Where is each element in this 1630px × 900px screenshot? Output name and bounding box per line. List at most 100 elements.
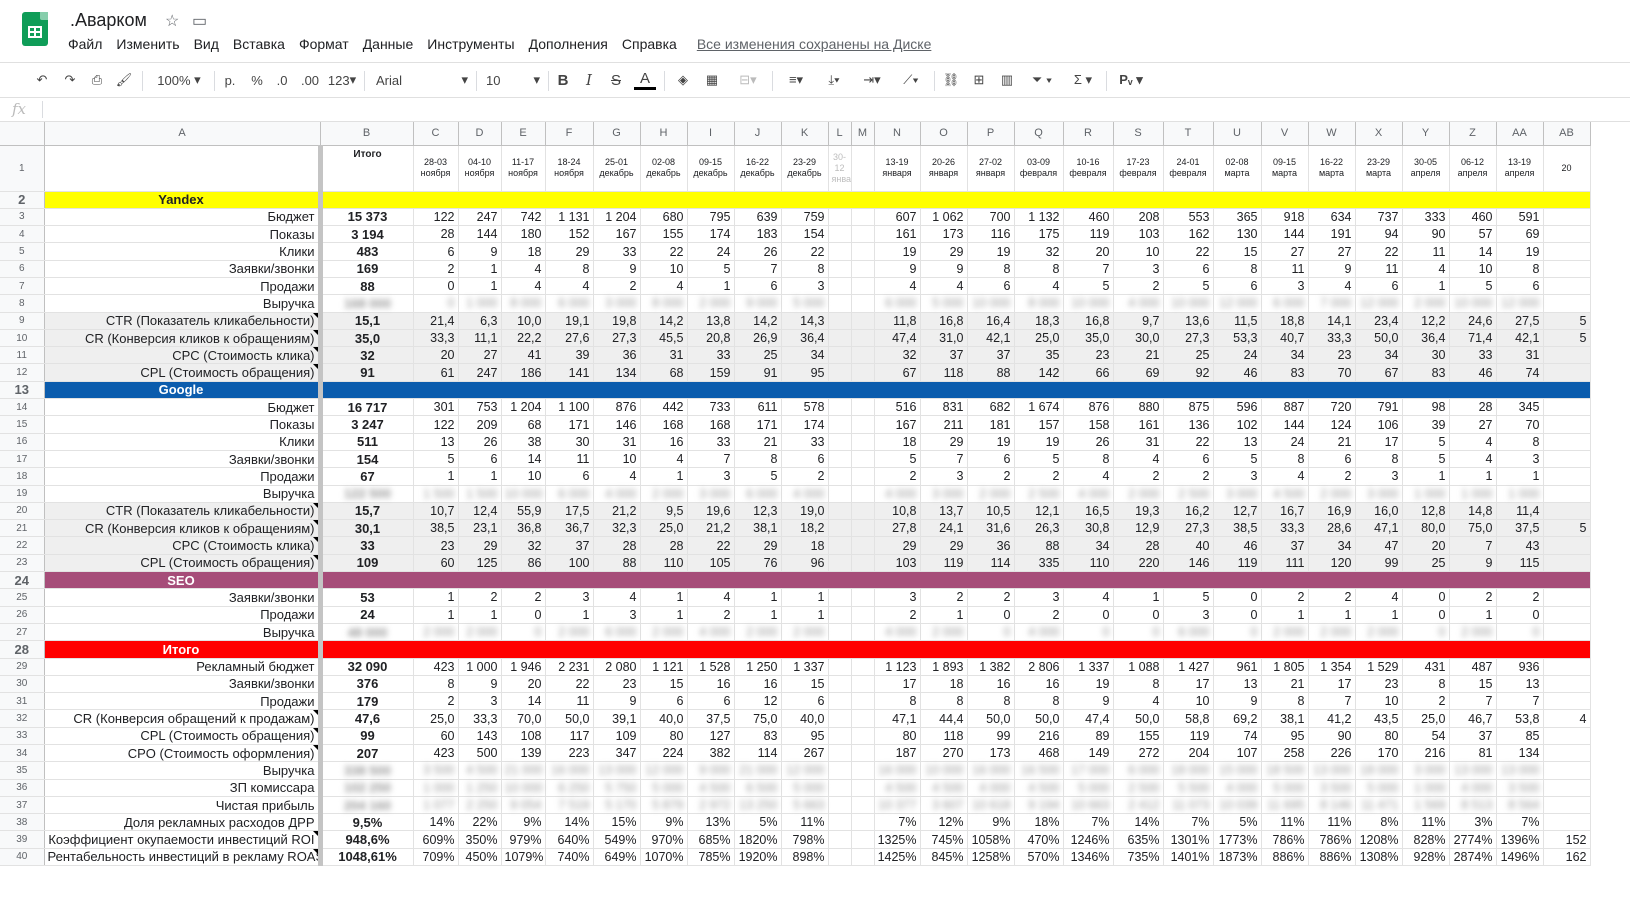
value-cell[interactable]: 12% [920,813,968,832]
value-cell[interactable]: 10 377 [874,796,921,815]
value-cell[interactable]: 3 [874,588,921,607]
value-cell[interactable]: 2 000 [1261,623,1309,642]
value-cell[interactable]: 114 [734,744,782,763]
total-cell[interactable]: 9,5% [317,813,414,832]
value-cell[interactable]: 6 000 [545,485,594,503]
value-cell[interactable] [851,433,875,451]
row-header[interactable]: 21 [0,519,45,538]
increase-decimal-button[interactable]: .00 [298,69,322,91]
value-cell[interactable]: 7 [920,450,968,469]
value-cell[interactable]: 5 [687,260,735,278]
value-cell[interactable] [851,813,875,832]
value-cell[interactable]: 45,5 [640,329,688,348]
column-header[interactable]: W [1308,122,1356,146]
value-cell[interactable]: 3 [1113,260,1164,278]
total-cell[interactable]: 483 [317,242,414,261]
value-cell[interactable]: 18 500 [1261,761,1309,780]
value-cell[interactable] [1543,588,1591,607]
value-cell[interactable]: 23 [1063,346,1114,365]
metric-label-cell[interactable]: Заявки/звонки [44,450,321,469]
value-cell[interactable]: 37 [967,346,1015,365]
value-cell[interactable] [851,623,875,642]
total-cell[interactable]: 15,1 [317,312,414,330]
value-cell[interactable] [851,796,875,815]
value-cell[interactable]: 27,3 [1163,329,1214,348]
value-cell[interactable]: 423 [413,744,459,763]
value-cell[interactable]: 516 [874,398,921,417]
value-cell[interactable]: 46 [1213,536,1262,555]
value-cell[interactable]: 152 [545,225,594,244]
value-cell[interactable]: 5 000 [1261,779,1309,797]
value-cell[interactable]: 886% [1308,848,1356,867]
value-cell[interactable]: 11 [1261,260,1309,278]
value-cell[interactable]: 1 [687,277,735,296]
value-cell[interactable]: 2 000 [687,294,735,313]
value-cell[interactable]: 1325% [874,830,921,849]
value-cell[interactable]: 468 [1014,744,1064,763]
value-cell[interactable]: 7 [1449,536,1497,555]
column-header[interactable]: Z [1449,122,1497,146]
row-header[interactable]: 2 [0,191,45,209]
value-cell[interactable]: 95 [781,727,829,746]
value-cell[interactable]: 57 [1449,225,1497,244]
value-cell[interactable]: 6 [734,277,782,296]
value-cell[interactable]: 33 [593,242,641,261]
value-cell[interactable]: 2 000 [458,623,502,642]
metric-label-cell[interactable]: Продажи [44,692,321,711]
value-cell[interactable]: 7 [687,450,735,469]
value-cell[interactable]: 1301% [1163,830,1214,849]
value-cell[interactable]: 92 [1163,363,1214,382]
metric-label-cell[interactable]: Выручка [44,485,321,503]
value-cell[interactable]: 2 250 [458,796,502,815]
value-cell[interactable]: 6 [640,692,688,711]
value-cell[interactable]: 6 500 [734,779,782,797]
value-cell[interactable]: 171 [545,415,594,434]
value-cell[interactable]: 16 500 [1014,761,1064,780]
value-cell[interactable]: 1 354 [1308,658,1356,676]
value-cell[interactable] [828,433,852,451]
value-cell[interactable]: 1246% [1063,830,1114,849]
value-cell[interactable]: 4 500 [687,779,735,797]
value-cell[interactable]: 28 [593,536,641,555]
value-cell[interactable]: 10 [1113,242,1164,261]
value-cell[interactable]: 500 [458,744,502,763]
value-cell[interactable]: 16,7 [1261,502,1309,521]
value-cell[interactable]: 7 [1496,692,1544,711]
row-header[interactable]: 23 [0,554,45,573]
value-cell[interactable] [828,502,852,521]
value-cell[interactable]: 74 [1213,727,1262,746]
total-cell[interactable]: 24 [317,606,414,624]
value-cell[interactable]: 6 [413,242,459,261]
value-cell[interactable] [851,363,875,382]
menu-item[interactable]: Вид [194,36,219,56]
value-cell[interactable]: 16,8 [920,312,968,330]
value-cell[interactable]: 4 000 [1063,485,1114,503]
text-wrapping-icon[interactable]: ⇥▾ [856,69,888,91]
value-cell[interactable]: 3 [1163,606,1214,624]
note-indicator-icon[interactable] [312,347,318,353]
value-cell[interactable] [828,709,852,728]
value-cell[interactable]: 8 [734,450,782,469]
value-cell[interactable]: 33,3 [413,329,459,348]
value-cell[interactable]: 1 100 [545,398,594,417]
column-header[interactable]: Y [1402,122,1450,146]
column-header[interactable]: I [687,122,735,146]
value-cell[interactable] [828,225,852,244]
value-cell[interactable]: 2 000 [1355,623,1403,642]
value-cell[interactable]: 2 [1402,692,1450,711]
value-cell[interactable]: 596 [1213,398,1262,417]
value-cell[interactable] [1543,727,1591,746]
value-cell[interactable]: 634 [1308,208,1356,227]
value-cell[interactable]: 2 000 [920,623,968,642]
value-cell[interactable]: 16 [734,675,782,694]
value-cell[interactable]: 12 000 [1496,294,1544,313]
value-cell[interactable]: 4 [1308,277,1356,296]
value-cell[interactable]: 27 [1261,242,1309,261]
value-cell[interactable]: 9 [1449,554,1497,573]
value-cell[interactable] [828,208,852,227]
value-cell[interactable]: 50,0 [1113,709,1164,728]
value-cell[interactable]: 11 695 [1261,796,1309,815]
value-cell[interactable]: 423 [413,658,459,676]
value-cell[interactable]: 11% [1402,813,1450,832]
value-cell[interactable]: 0 [1402,606,1450,624]
